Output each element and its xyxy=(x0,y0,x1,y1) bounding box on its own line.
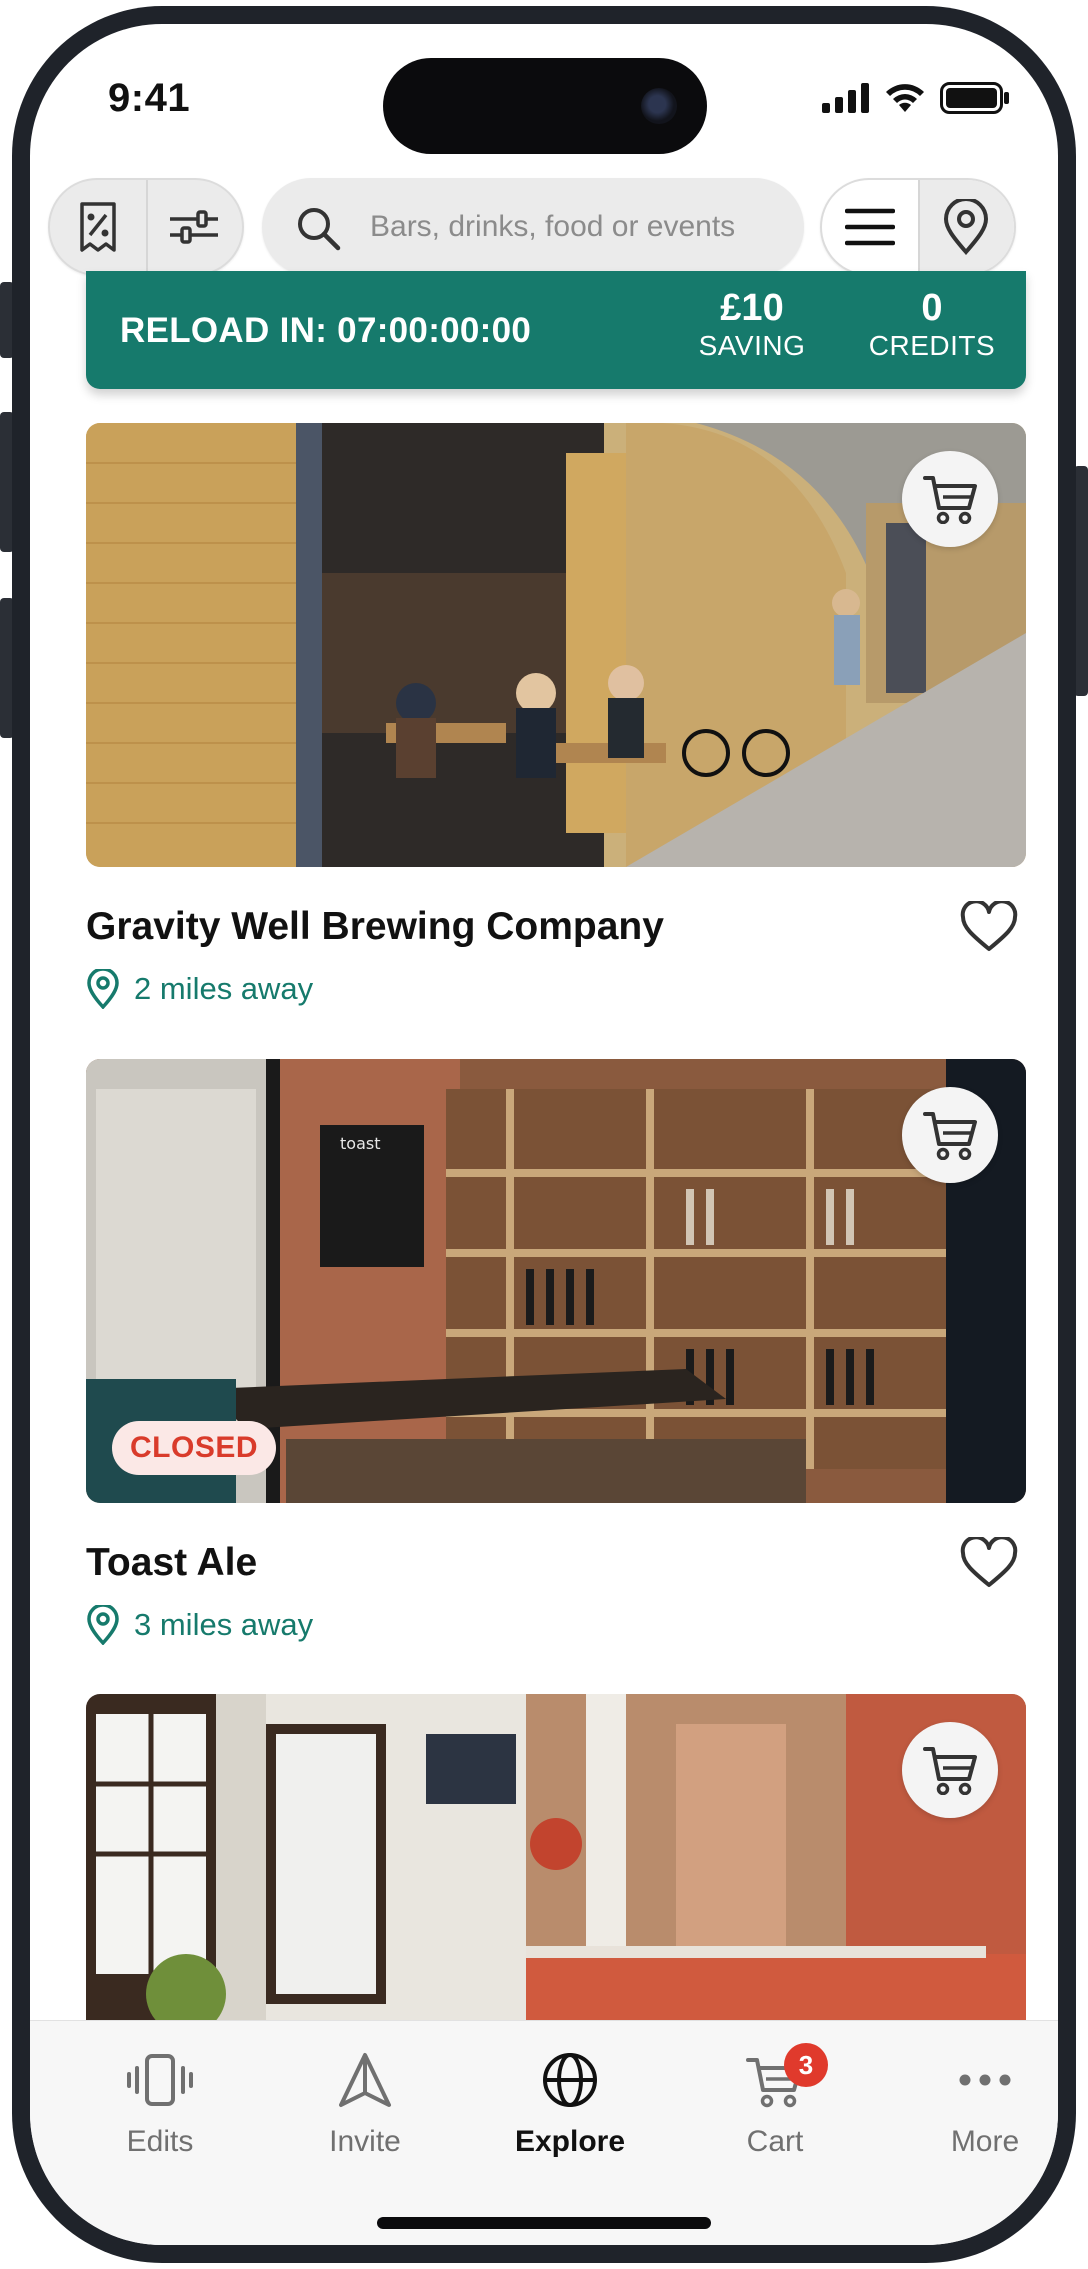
tab-explore[interactable]: Explore xyxy=(495,2047,645,2159)
power-button xyxy=(1074,466,1088,696)
dynamic-island xyxy=(383,58,707,154)
wifi-icon xyxy=(886,84,924,112)
tab-cart[interactable]: 3 Cart xyxy=(700,2043,850,2159)
cart-icon xyxy=(923,476,977,524)
add-to-cart-button[interactable] xyxy=(902,1722,998,1818)
venue-name[interactable]: Gravity Well Brewing Company xyxy=(86,905,664,949)
saving-value: £10 xyxy=(720,287,784,329)
venue-photo-brewery xyxy=(86,423,1026,867)
location-pin-icon xyxy=(943,199,989,255)
saving-label: SAVING xyxy=(698,330,806,361)
venue-distance: 2 miles away xyxy=(86,969,313,1009)
send-triangle-icon xyxy=(339,2053,391,2107)
tab-label: Edits xyxy=(126,2125,194,2158)
offers-button[interactable] xyxy=(50,180,146,274)
venue-card[interactable]: toast CLOSED Toast Ale 3 miles away xyxy=(86,1059,1026,1659)
venue-card[interactable]: Gravity Well Brewing Company 2 miles awa… xyxy=(86,423,1026,1023)
globe-icon xyxy=(543,2053,597,2107)
credits-label: CREDITS xyxy=(868,330,996,361)
camera-icon xyxy=(641,88,677,124)
tab-label: Cart xyxy=(746,2125,804,2158)
add-to-cart-button[interactable] xyxy=(902,1087,998,1183)
search-icon xyxy=(298,208,341,251)
favorite-heart-icon[interactable] xyxy=(960,1537,1018,1589)
distance-text: 3 miles away xyxy=(134,1607,314,1642)
search-bar[interactable]: Bars, drinks, food or events xyxy=(262,178,804,276)
filters-button[interactable] xyxy=(146,180,242,274)
distance-text: 2 miles away xyxy=(134,971,314,1006)
offer-filter-group xyxy=(48,178,244,276)
tab-edits[interactable]: Edits xyxy=(85,2047,235,2159)
venue-card[interactable] xyxy=(86,1694,1026,2138)
venue-name[interactable]: Toast Ale xyxy=(86,1541,257,1585)
home-indicator[interactable] xyxy=(377,2217,711,2229)
favorite-heart-icon[interactable] xyxy=(960,901,1018,953)
signal-icon xyxy=(822,83,869,113)
location-pin-icon xyxy=(87,969,119,1009)
discount-tag-icon xyxy=(80,202,116,252)
saving-stat: £10 SAVING xyxy=(682,287,822,363)
tab-label: Invite xyxy=(329,2125,401,2158)
status-icons xyxy=(822,82,1010,114)
venue-photo[interactable]: toast CLOSED xyxy=(86,1059,1026,1503)
reload-countdown: RELOAD IN: 07:00:00:00 xyxy=(120,311,532,350)
tab-bar: Edits Invite Explore 3 Cart More xyxy=(30,2020,1058,2245)
menu-button[interactable] xyxy=(822,180,918,274)
tab-label: More xyxy=(950,2125,1020,2158)
hamburger-menu-icon xyxy=(845,208,895,246)
menu-map-group xyxy=(820,178,1016,276)
more-dots-icon xyxy=(959,2074,1011,2086)
venue-distance: 3 miles away xyxy=(86,1605,313,1645)
cart-icon xyxy=(923,1747,977,1795)
status-time: 9:41 xyxy=(108,76,191,120)
map-button[interactable] xyxy=(918,180,1014,274)
venue-photo[interactable] xyxy=(86,423,1026,867)
cart-count-badge: 3 xyxy=(784,2043,828,2087)
screen: 9:41 Bars, drinks, food or events RELOAD… xyxy=(30,24,1058,2245)
credits-stat: 0 CREDITS xyxy=(862,287,1002,363)
battery-icon xyxy=(940,82,1009,114)
tab-more[interactable]: More xyxy=(910,2047,1058,2159)
location-pin-icon xyxy=(87,1605,119,1645)
cart-icon xyxy=(923,1112,977,1160)
sliders-icon xyxy=(170,210,218,244)
top-bar: Bars, drinks, food or events xyxy=(30,154,1058,286)
search-placeholder: Bars, drinks, food or events xyxy=(370,210,736,243)
reload-banner: RELOAD IN: 07:00:00:00 £10 SAVING 0 CRED… xyxy=(86,271,1026,389)
phone-frame: 9:41 Bars, drinks, food or events RELOAD… xyxy=(12,6,1076,2263)
add-to-cart-button[interactable] xyxy=(902,451,998,547)
credits-value: 0 xyxy=(921,287,943,329)
tab-invite[interactable]: Invite xyxy=(290,2047,440,2159)
closed-badge: CLOSED xyxy=(112,1421,277,1475)
tab-label: Explore xyxy=(514,2125,626,2158)
phone-vibrate-icon xyxy=(127,2054,193,2106)
svg-text:toast: toast xyxy=(340,1134,380,1153)
